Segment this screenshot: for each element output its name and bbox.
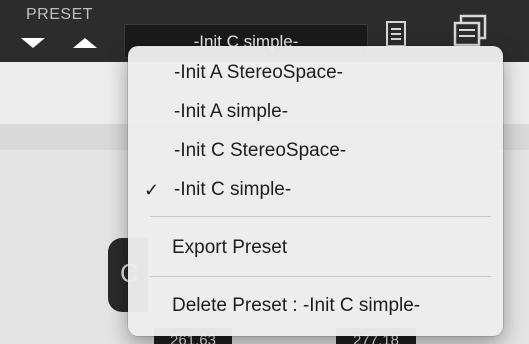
preset-label: PRESET	[26, 6, 94, 23]
menu-item-label: -Init C simple-	[174, 179, 292, 200]
delete-preset-menu-item[interactable]: Delete Preset : -Init C simple-	[128, 287, 503, 325]
menu-item-preset[interactable]: -Init A simple-	[128, 93, 503, 131]
export-preset-label: Export Preset	[172, 237, 288, 258]
menu-item-label: -Init A StereoSpace-	[174, 62, 343, 83]
next-preset-arrow-icon[interactable]	[70, 36, 100, 50]
menu-item-label: -Init A simple-	[174, 101, 289, 122]
checkmark-icon: ✓	[144, 180, 160, 200]
menu-item-label: -Init C StereoSpace-	[174, 140, 347, 161]
menu-item-preset-selected[interactable]: ✓ -Init C simple-	[128, 171, 503, 209]
menu-item-preset[interactable]: -Init C StereoSpace-	[128, 132, 503, 170]
window-stack-icon[interactable]	[452, 14, 488, 48]
preset-list-icon[interactable]	[385, 20, 407, 48]
export-preset-menu-item[interactable]: Export Preset	[128, 229, 503, 267]
previous-preset-arrow-icon[interactable]	[18, 36, 48, 50]
preset-dropdown-menu: -Init A StereoSpace- -Init A simple- -In…	[128, 46, 503, 336]
delete-preset-label: Delete Preset : -Init C simple-	[172, 295, 421, 316]
menu-separator	[150, 276, 491, 277]
menu-item-preset[interactable]: -Init A StereoSpace-	[128, 54, 503, 92]
menu-separator	[150, 216, 491, 217]
